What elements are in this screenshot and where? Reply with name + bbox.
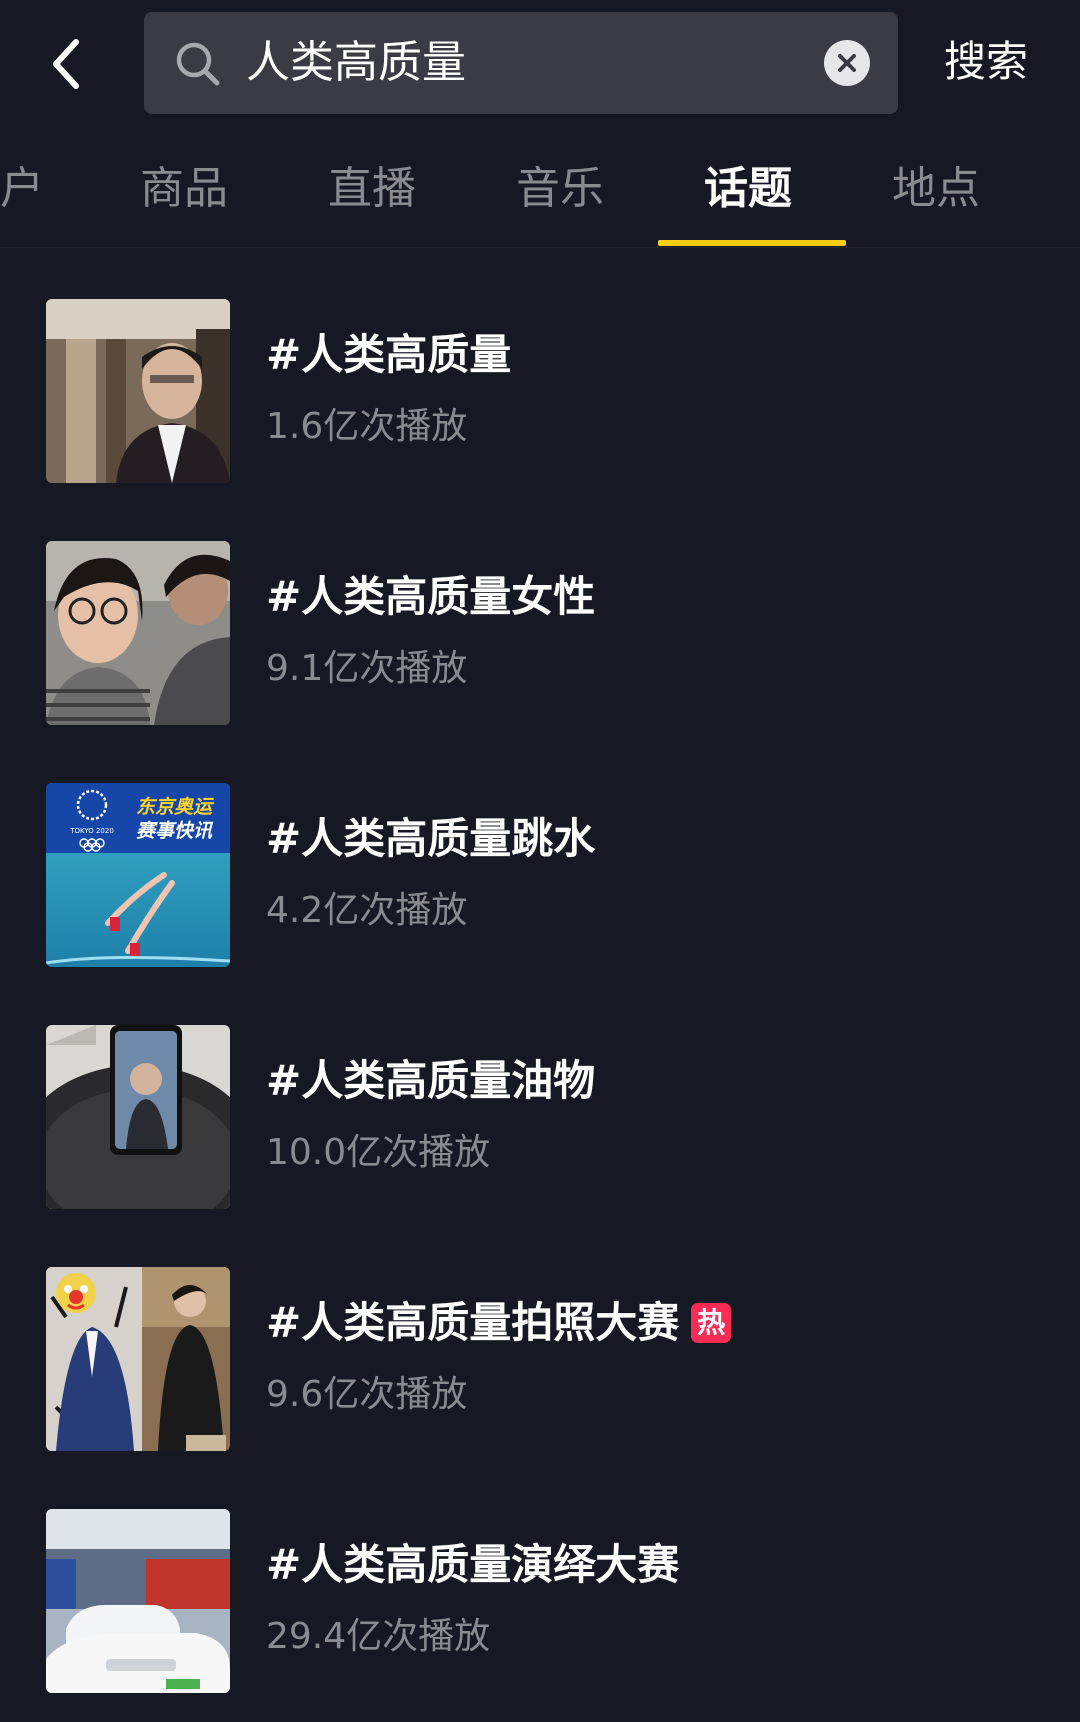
- topic-item[interactable]: #人类高质量 1.6亿次播放: [0, 299, 1080, 483]
- topic-title: #人类高质量油物: [266, 1051, 595, 1111]
- topic-thumbnail: [46, 1025, 230, 1209]
- hot-badge: 热: [691, 1303, 732, 1343]
- search-results-screen: 搜索 户 商品 直播 音乐 话题 地点 #人类高质量 1.: [0, 0, 1080, 1722]
- clear-search-button[interactable]: [824, 40, 870, 86]
- topic-item[interactable]: TOKYO 2020 东京奥运 赛事快讯 #人类高质量跳水 4.2亿次播放: [0, 783, 1080, 967]
- topic-title-text: #人类高质量: [266, 330, 512, 379]
- tab-products[interactable]: 商品: [140, 154, 228, 224]
- search-icon: [176, 42, 220, 86]
- topic-view-count: 10.0亿次播放: [266, 1132, 491, 1173]
- thumbnail-caption: 东京奥运: [136, 796, 215, 818]
- topic-thumbnail: [46, 299, 230, 483]
- topic-title-text: #人类高质量拍照大赛: [266, 1298, 680, 1347]
- back-button[interactable]: [36, 24, 96, 104]
- topic-item[interactable]: #人类高质量油物 10.0亿次播放: [0, 1025, 1080, 1209]
- topic-view-count: 9.6亿次播放: [266, 1374, 468, 1415]
- tab-music[interactable]: 音乐: [516, 154, 604, 224]
- topic-title-text: #人类高质量演绎大赛: [266, 1540, 680, 1589]
- topic-title: #人类高质量女性: [266, 567, 595, 627]
- topic-title: #人类高质量拍照大赛 热: [266, 1293, 732, 1353]
- topic-thumbnail: TOKYO 2020 东京奥运 赛事快讯: [46, 783, 230, 967]
- search-box[interactable]: [144, 12, 898, 114]
- topic-thumbnail: [46, 1267, 230, 1451]
- topic-view-count: 1.6亿次播放: [266, 406, 468, 447]
- topic-item[interactable]: #人类高质量拍照大赛 热 9.6亿次播放: [0, 1267, 1080, 1451]
- topic-title-text: #人类高质量油物: [266, 1056, 596, 1105]
- search-header: 搜索: [0, 0, 1080, 124]
- topic-thumbnail: [46, 1509, 230, 1693]
- tab-live[interactable]: 直播: [328, 154, 416, 224]
- topic-view-count: 9.1亿次播放: [266, 648, 468, 689]
- close-icon: [838, 54, 856, 72]
- category-tabs: 户 商品 直播 音乐 话题 地点: [0, 124, 1080, 248]
- chevron-left-icon: [53, 39, 79, 89]
- topic-title: #人类高质量演绎大赛: [266, 1535, 679, 1595]
- topic-title: #人类高质量: [266, 325, 511, 385]
- topic-title-text: #人类高质量跳水: [266, 814, 596, 863]
- topic-item[interactable]: #人类高质量女性 9.1亿次播放: [0, 541, 1080, 725]
- search-button[interactable]: 搜索: [944, 26, 1044, 98]
- active-tab-indicator: [658, 240, 846, 246]
- olympic-logo-text: TOKYO 2020: [69, 827, 114, 835]
- search-input[interactable]: [246, 12, 806, 114]
- topic-view-count: 29.4亿次播放: [266, 1616, 491, 1657]
- topic-item[interactable]: #人类高质量演绎大赛 29.4亿次播放: [0, 1509, 1080, 1693]
- tab-topics[interactable]: 话题: [704, 154, 792, 224]
- thumbnail-caption: 赛事快讯: [136, 820, 214, 842]
- topic-title-text: #人类高质量女性: [266, 572, 596, 621]
- topic-view-count: 4.2亿次播放: [266, 890, 468, 931]
- tab-places[interactable]: 地点: [892, 154, 980, 224]
- topic-title: #人类高质量跳水: [266, 809, 595, 869]
- topic-thumbnail: [46, 541, 230, 725]
- tab-users[interactable]: 户: [0, 154, 44, 224]
